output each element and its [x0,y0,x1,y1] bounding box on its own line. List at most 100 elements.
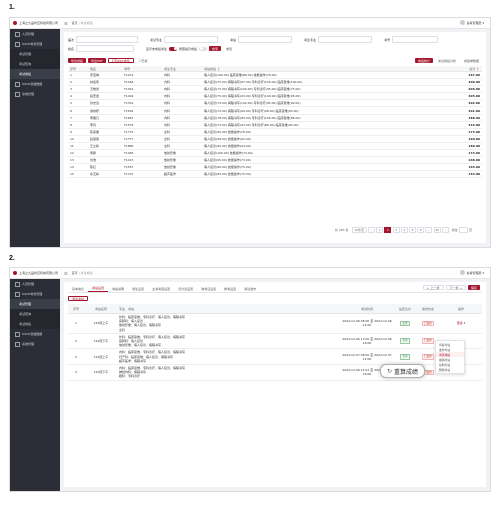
table-row: 6 谢春妍 T1502 内科 病人接诊(72.00) 病程书写(99.00) 专科诊疗(… [68,106,482,115]
reviewed-checkbox[interactable]: ☐ 已核 [135,58,151,63]
export-score-button[interactable]: 导出成绩 [68,58,87,63]
cell-major: 放射影像 [162,156,202,165]
session-select[interactable] [76,36,139,43]
tab-8[interactable]: 考试发布 [240,285,260,292]
sidebar-item-personnel[interactable]: 人员管理 [10,29,60,39]
next-step-button[interactable]: 下一步 → [445,285,466,290]
dropdown-item-5[interactable]: 删除考站 [436,367,464,372]
sidebar-item-system[interactable]: 系统管理 [10,89,60,99]
student-major-select[interactable] [318,36,373,43]
tab-4[interactable]: 主考考官设置 [148,285,174,292]
page-button-3[interactable]: 3 [392,227,400,233]
sidebar-item-exam-score[interactable]: 考试成绩 [10,319,60,329]
grid-icon [15,291,20,297]
name-input[interactable] [76,45,135,52]
tab-5[interactable]: 评分表设置 [174,285,197,292]
tab-3[interactable]: 考生设置 [128,285,148,292]
cell-total: 165.00 [454,163,482,172]
prev-step-button[interactable]: ← 上一步 [423,285,444,290]
cell-name: 林嘉伟 [88,78,122,87]
sidebar-item-exam-score[interactable]: 考试成绩 [10,69,60,79]
sidebar-item-osce[interactable]: OSCE考务管理 [10,289,60,299]
prev-page-button[interactable]: ‹ [368,227,376,233]
cell-no: 11 [68,142,88,151]
callout-label: 重算成绩 [394,368,419,376]
more-actions-button[interactable]: 更多 ▾ [457,321,465,325]
refresh-icon: ↻ [387,367,393,375]
user-menu[interactable]: 总考管理员 ▾ [459,20,484,25]
station-select[interactable] [238,36,293,43]
reset-button[interactable]: 重置 [223,46,236,51]
next-page-button[interactable]: › [441,227,449,233]
print-pdf-button[interactable]: 打印PDF成绩 [107,58,134,63]
cell-major: 内科 [162,71,202,80]
save-button[interactable]: 保存 [467,285,480,290]
filter-row-2: 姓名 显示未成绩考生 按照提示成绩 搜索 重置 [68,45,482,52]
database-icon [15,331,20,337]
cell-no: 5 [68,99,88,108]
page-button-ellipsis[interactable]: ... [425,227,433,233]
goto-input[interactable] [458,227,468,233]
page-button-6[interactable]: 6 [417,227,425,233]
score-stats-button[interactable]: 成绩统计 [414,58,433,63]
cell-station-scores: 病人接诊(95.00) 技能操作(73.00) [202,156,454,165]
cell-total: 173.00 [454,128,482,136]
cell-no: 6 [68,106,88,115]
pagination: 共 283 条 10条/页 ‹ 1 2 3 4 5 6... 29 › 前往 页 [335,227,472,233]
search-button[interactable]: 搜索 [209,46,222,51]
cell-major: 超声医学 [162,170,202,179]
menu-icon[interactable]: ☰ [64,271,68,276]
tab-0[interactable]: 基本信息 [68,285,88,292]
breadcrumb-home[interactable]: 首页 [72,271,78,275]
page-size-select[interactable]: 10条/页 [351,227,367,233]
table-row: 7 黄雅凡 T1667 内科 病人接诊(78.00) 病程书写(84.00) 专科诊疗(… [68,114,482,122]
page-button-1[interactable]: 1 [376,227,384,233]
page-button-4[interactable]: 4 [400,227,408,233]
cell-station-name: 120床下午 [84,333,118,350]
sidebar-item-exam-manage[interactable]: 考试管理 [10,299,60,309]
sidebar-item-exam-query[interactable]: 考试查询 [10,309,60,319]
cell-major: 内科 [162,92,202,101]
score-sheet-link[interactable]: 成绩单数据 [460,58,482,63]
hint-toggle[interactable] [199,46,208,51]
table-row: 3 王皓然 T1451 内科 病人接诊(73.00) 病程书写(100.00) 专科诊疗… [68,85,482,94]
cell-total: 402.00 [454,99,482,108]
tab-1[interactable]: 考站设置 [88,285,109,292]
sidebar-item-system[interactable]: 系统管理 [10,339,60,349]
cell-no: 10 [68,135,88,143]
sidebar-item-osce-data[interactable]: OSCE基础数据 [10,329,60,339]
menu-icon[interactable]: ☰ [64,21,68,26]
tab-6[interactable]: 准考证设置 [197,285,220,292]
add-station-button[interactable]: 添加考站 [68,296,89,301]
sidebar-item-exam-query[interactable]: 考试查询 [10,59,60,69]
tab-2[interactable]: 考站说明 [108,285,128,292]
export-pdf-button[interactable]: 导出PDF [88,58,106,63]
unscored-toggle[interactable] [169,46,178,51]
recalculate-callout[interactable]: ↻ 重算成绩 [380,364,426,378]
user-name: 总考管理员 ▾ [466,270,484,275]
allow-badge: 允许 [399,353,411,360]
page-button-29[interactable]: 29 [433,227,441,233]
sidebar-item-exam-manage[interactable]: 考试管理 [10,49,60,59]
screenshot-1: 上海之九品时空科技有限公司 ☰ 首页|考试成绩 总考管理员 ▾ 人员管理 OSC… [9,17,491,248]
sidebar-item-osce[interactable]: OSCE考务管理 [10,39,60,49]
score-analysis-link[interactable]: 考试成绩分析 [434,58,459,63]
cell-station-scores: 病人接诊(75.00) 病程书写(93.00) 专科诊疗(100.00) 临床思… [202,92,454,101]
user-icon [15,281,20,287]
cell-exam-no: T1464 [122,78,162,87]
score-table-wrap: 序号 姓名 考号 考生专业 考站成绩 ❗ 总分 ❗ 1 宋宝琳 T1472 内科 病人接… [68,66,482,179]
breadcrumb-home[interactable]: 首页 [72,21,78,25]
top-bar: 上海之九品时空科技有限公司 ☰ 首页|考试成绩 总考管理员 ▾ [10,18,490,29]
tab-7[interactable]: 排考设置 [220,285,240,292]
user-menu[interactable]: 总考管理员 ▾ [459,270,484,275]
exam-major-select[interactable] [164,36,219,43]
page-button-5[interactable]: 5 [409,227,417,233]
filter-label-student-major: 考生专业 [304,37,317,42]
exam-no-input[interactable] [392,36,439,43]
sidebar-item-osce-data[interactable]: OSCE基础数据 [10,79,60,89]
cell-major: 全科 [162,135,202,143]
cell-detail: 外科：临床思维、专科诊疗、病人接诊、病程书写 麻醉科：病人接诊 放射影像：病人接诊、… [118,313,340,334]
allow-badge: 允许 [399,320,411,327]
sidebar-item-personnel[interactable]: 人员管理 [10,279,60,289]
page-button-2[interactable]: 2 [384,227,392,233]
